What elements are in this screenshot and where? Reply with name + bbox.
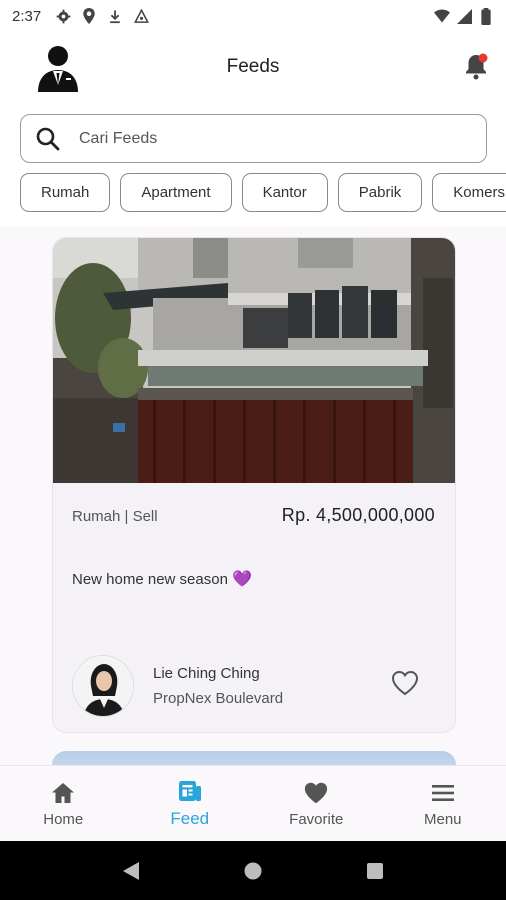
agent-office: PropNex Boulevard [153, 690, 284, 707]
home-icon [50, 780, 76, 806]
app-bar: Feeds [0, 32, 506, 102]
notification-badge [478, 53, 488, 63]
property-type-label: Rumah | Sell [72, 508, 158, 525]
chip-apartment[interactable]: Apartment [120, 173, 232, 212]
post-caption: New home new season 💜 [72, 569, 252, 589]
feed-card-next-preview[interactable] [52, 751, 456, 765]
feed-card[interactable]: Rumah | Sell Rp. 4,500,000,000 New home … [52, 237, 456, 733]
chip-kantor[interactable]: Kantor [241, 173, 328, 212]
status-time: 2:37 [12, 7, 42, 25]
signal-icon [456, 8, 472, 24]
bell-icon[interactable] [462, 52, 490, 80]
nav-feed[interactable]: Feed [127, 766, 254, 841]
favorite-heart-outline-icon[interactable] [391, 670, 419, 696]
home-circle-icon[interactable] [241, 859, 265, 883]
search-icon [35, 126, 61, 152]
bottom-navigation: Home Feed Favorite Menu [0, 765, 506, 841]
feed-icon [177, 778, 203, 804]
settings-icon [55, 8, 71, 24]
search-input[interactable] [79, 129, 472, 148]
location-icon [81, 8, 97, 24]
post-caption-text: New home new season [72, 571, 228, 588]
recents-icon[interactable] [363, 859, 387, 883]
nav-feed-label: Feed [170, 809, 210, 828]
businessman-avatar-icon[interactable] [36, 42, 80, 92]
feed-list[interactable]: Rumah | Sell Rp. 4,500,000,000 New home … [0, 226, 506, 765]
menu-icon [430, 780, 456, 806]
nav-favorite-label: Favorite [289, 810, 344, 828]
chip-pabrik[interactable]: Pabrik [337, 173, 423, 212]
wifi-icon [434, 8, 450, 24]
property-price: Rp. 4,500,000,000 [281, 505, 435, 525]
system-navigation-bar [0, 841, 506, 900]
chip-komersial[interactable]: Komersial [432, 173, 506, 212]
agent-name[interactable]: Lie Ching Ching [153, 665, 260, 682]
battery-icon [478, 7, 494, 25]
nav-menu[interactable]: Menu [380, 766, 506, 841]
page-title: Feeds [226, 56, 280, 77]
nav-home-label: Home [43, 810, 84, 828]
heart-icon [303, 780, 329, 806]
nav-home[interactable]: Home [0, 766, 127, 841]
back-icon[interactable] [119, 859, 143, 883]
vpn-icon [133, 8, 149, 24]
chip-rumah[interactable]: Rumah [20, 173, 111, 212]
status-bar: 2:37 [0, 0, 506, 32]
nav-menu-label: Menu [423, 810, 462, 828]
nav-favorite[interactable]: Favorite [253, 766, 380, 841]
purple-heart-emoji: 💜 [232, 571, 253, 588]
download-icon [107, 8, 123, 24]
property-photo[interactable] [53, 238, 455, 483]
search-bar[interactable] [20, 114, 487, 163]
agent-avatar[interactable] [72, 655, 134, 717]
category-chips: Rumah Apartment Kantor Pabrik Komersial [20, 173, 506, 213]
